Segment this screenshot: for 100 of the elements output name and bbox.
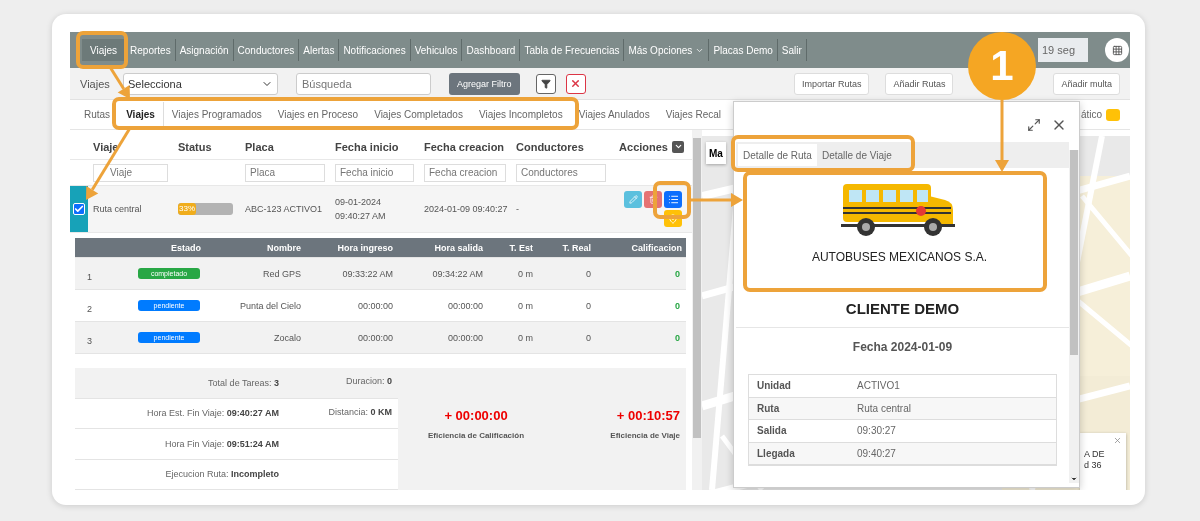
pointer-arrow [995,100,1009,172]
list-icon [667,194,679,205]
filter-icon [540,78,551,89]
table-cell-text: 0 m [517,268,534,279]
filter-button[interactable] [535,73,556,94]
row-checkbox[interactable] [73,203,85,215]
column-header: Nombre [266,242,302,253]
detail-label: Ruta [757,402,781,414]
score-cell-text: 0 [674,268,681,279]
table-cell-text: 09:34:22 AM [431,268,484,279]
grid-icon [1111,44,1123,56]
column-header: Fecha inicio [334,140,400,153]
table-cell-text: 0 [585,300,592,311]
tab[interactable]: Detalle de Ruta [738,144,817,166]
column-header: Fecha creacion [423,140,506,153]
column-header: Conductores [515,140,585,153]
nav-item[interactable]: Tabla de Frecuencias [520,39,625,61]
pointer-arrow [108,66,130,99]
legend-swatch [1106,108,1120,121]
nav-item[interactable]: Conductores [233,39,300,61]
detail-value: 09:40:27 [857,447,897,459]
client-name: CLIENTE DEMO [736,300,1069,328]
company-name: AUTOBUSES MEXICANOS S.A. [811,250,988,264]
clear-button[interactable] [565,73,586,94]
column-header: Hora salida [433,242,484,253]
summary-text: Duracion: 0 [344,375,393,386]
apps-button[interactable] [1105,38,1129,62]
info-text: d 36 [1084,460,1103,471]
table-cell-text: 0 [585,332,592,343]
dropdown-button[interactable] [672,140,684,153]
column-header: T. Real [561,242,592,253]
column-filter-field[interactable]: Fecha creacion [424,163,506,182]
column-filter-field[interactable]: Viaje [93,163,168,182]
expand-icon[interactable] [1027,118,1041,132]
detail-label: Unidad [757,380,792,392]
table-cell-text: 00:00:00 [446,300,484,311]
add-filter-button[interactable]: Agregar Filtro [449,72,520,95]
column-header: T. Est [508,242,534,253]
nav-item[interactable]: Reportes [126,39,176,61]
table-cell-text: - [515,203,520,216]
column-header: Placa [244,140,275,153]
table-cell-text: ABC-123 ACTIVO1 [244,203,324,216]
toolbar-button[interactable]: Importar Rutas [793,72,870,95]
column-filter-field[interactable]: Fecha inicio [335,163,414,182]
detail-label: Salida [757,425,788,437]
close-icon [570,78,582,89]
row-number: 2 [86,302,93,314]
highlight-frame [76,31,128,69]
table-cell-text: Ruta central [92,203,143,216]
nav-item[interactable]: Alertas [299,39,340,61]
column-filter-field[interactable]: Placa [245,163,325,182]
legend-label: ático [1080,109,1102,120]
nav-item[interactable]: Viajes [82,39,127,61]
table-cell-text: 2024-01-09 09:40:27 [423,203,509,216]
efficiency-value: + 00:00:00 [444,408,508,423]
row-number: 1 [86,270,93,282]
table-cell-text: 0 m [517,300,534,311]
detail-value: Ruta central [857,402,912,414]
nav-item[interactable]: Dashboard [462,39,521,61]
map-type-button[interactable]: Ma [706,142,726,164]
efficiency-label: Eficiencia de Viaje [610,431,680,440]
nav-item[interactable]: Más Opciones [624,39,710,61]
summary-text: Ejecucion Ruta: Incompleto [164,469,280,480]
row-number: 3 [86,334,93,346]
column-header: Status [177,140,213,153]
column-filter-field[interactable]: Conductores [516,163,606,182]
highlight-frame [653,181,691,219]
tab[interactable]: Detalle de Viaje [816,144,897,166]
filter-label: Viajes [80,77,111,90]
summary-text: Hora Fin Viaje: 09:51:24 AM [163,438,280,449]
nav-item[interactable]: Notificaciones [339,39,411,61]
summary-text: Hora Est. Fin Viaje: 09:40:27 AM [145,408,280,419]
pencil-icon [628,195,638,204]
toolbar-button[interactable]: Añadir Rutas [885,72,954,95]
score-cell-text: 0 [674,300,681,311]
table-cell-text: 00:00:00 [356,332,394,343]
progress-label: 33% [179,203,195,215]
nav-item[interactable]: Salir [777,39,807,61]
detail-value: 09:30:27 [857,425,897,437]
nav-item[interactable]: Vehiculos [410,39,463,61]
table-cell-text: 09:33:22 AM [341,268,394,279]
toolbar-button[interactable]: Añadir multa [1053,72,1120,95]
details-button[interactable] [664,191,682,208]
table-cell-text: Zocalo [273,332,302,343]
column-header: Hora ingreso [336,242,394,253]
scrollbar[interactable] [1069,150,1079,483]
table-cell-text: 00:00:00 [446,332,484,343]
search-field[interactable]: Búsqueda [296,72,431,95]
table-cell-text: 0 m [517,332,534,343]
pointer-arrow [689,193,743,207]
trip-select[interactable]: Selecciona [123,72,278,95]
score-cell-text: 0 [674,332,681,343]
scrollbar[interactable] [692,130,702,490]
detail-label: Llegada [757,447,796,459]
table-cell-text: Punta del Cielo [238,300,302,311]
caret-icon[interactable] [1070,475,1078,483]
caret-icon [673,142,683,151]
nav-item[interactable]: Placas Demo [709,39,778,61]
nav-item[interactable]: Asignación [175,39,234,61]
refresh-field[interactable]: 19 seg [1038,38,1088,62]
